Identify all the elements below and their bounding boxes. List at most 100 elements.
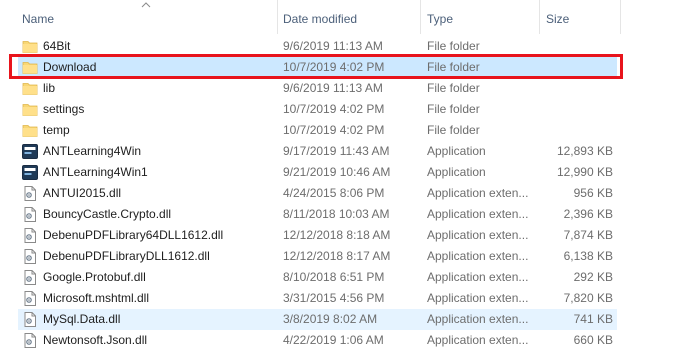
application-icon xyxy=(22,165,38,180)
file-type: Application exten... xyxy=(427,207,529,221)
file-size: 660 KB xyxy=(573,333,613,347)
file-size: 7,874 KB xyxy=(563,228,613,242)
file-date-modified: 9/17/2019 11:43 AM xyxy=(283,144,390,158)
column-separator[interactable] xyxy=(277,0,278,34)
file-size xyxy=(538,57,613,78)
file-size: 2,396 KB xyxy=(563,207,613,221)
file-row[interactable]: MySql.Data.dll 3/8/2019 8:02 AM Applicatio… xyxy=(18,309,617,330)
file-date-modified: 3/8/2019 8:02 AM xyxy=(283,312,378,326)
file-size xyxy=(538,120,613,141)
file-row[interactable]: lib 9/6/2019 11:13 AM File folder xyxy=(18,78,617,99)
file-row[interactable]: DebenuPDFLibraryDLL1612.dll 12/12/2018 8:… xyxy=(18,246,617,267)
column-header-type[interactable]: Type xyxy=(427,11,453,27)
column-header-date-modified[interactable]: Date modified xyxy=(283,11,357,27)
file-row[interactable]: 64Bit 9/6/2019 11:13 AM File folder xyxy=(18,36,617,57)
dll-file-icon xyxy=(22,249,38,264)
file-type: File folder xyxy=(427,39,480,53)
file-row[interactable]: Download 10/7/2019 4:02 PM File folder xyxy=(18,57,617,78)
file-name: Download xyxy=(43,60,97,74)
file-name: ANTLearning4Win1 xyxy=(43,165,148,179)
file-type: File folder xyxy=(427,102,480,116)
file-date-modified: 3/31/2015 4:56 PM xyxy=(283,291,385,305)
file-type: Application exten... xyxy=(427,270,529,284)
file-name: Microsoft.mshtml.dll xyxy=(43,291,150,305)
folder-icon xyxy=(22,60,38,75)
file-size xyxy=(538,36,613,57)
file-date-modified: 10/7/2019 4:02 PM xyxy=(283,123,385,137)
file-row[interactable]: Google.Protobuf.dll 8/10/2018 6:51 PM Appl… xyxy=(18,267,617,288)
dll-file-icon xyxy=(22,228,38,243)
file-size: 292 KB xyxy=(573,270,613,284)
file-name: MySql.Data.dll xyxy=(43,312,121,326)
file-row[interactable]: DebenuPDFLibrary64DLL1612.dll 12/12/2018 … xyxy=(18,225,617,246)
file-row[interactable]: temp 10/7/2019 4:02 PM File folder xyxy=(18,120,617,141)
column-header-name[interactable]: Name xyxy=(22,11,54,27)
file-size: 12,990 KB xyxy=(556,165,613,179)
file-row[interactable]: BouncyCastle.Crypto.dll 8/11/2018 10:03 A… xyxy=(18,204,617,225)
file-type: Application exten... xyxy=(427,333,529,347)
file-row[interactable]: settings 10/7/2019 4:02 PM File folder xyxy=(18,99,617,120)
file-type: Application exten... xyxy=(427,312,529,326)
file-row[interactable]: ANTUI2015.dll 4/24/2015 8:06 PM Applicatio… xyxy=(18,183,617,204)
file-type: File folder xyxy=(427,60,480,74)
dll-file-icon xyxy=(22,333,38,348)
file-type: Application exten... xyxy=(427,186,529,200)
file-type: File folder xyxy=(427,123,480,137)
file-type: File folder xyxy=(427,81,480,95)
folder-icon xyxy=(22,39,38,54)
column-separator[interactable] xyxy=(620,0,621,34)
file-date-modified: 12/12/2018 8:18 AM xyxy=(283,228,391,242)
dll-file-icon xyxy=(22,270,38,285)
application-icon xyxy=(22,144,38,159)
file-date-modified: 8/10/2018 6:51 PM xyxy=(283,270,385,284)
file-name: DebenuPDFLibraryDLL1612.dll xyxy=(43,249,210,263)
file-name: lib xyxy=(43,81,56,95)
folder-icon xyxy=(22,102,38,117)
file-date-modified: 12/12/2018 8:17 AM xyxy=(283,249,391,263)
file-size xyxy=(538,99,613,120)
folder-icon xyxy=(22,123,38,138)
file-date-modified: 9/6/2019 11:13 AM xyxy=(283,39,383,53)
file-date-modified: 10/7/2019 4:02 PM xyxy=(283,102,385,116)
column-separator[interactable] xyxy=(539,0,540,34)
file-row[interactable]: Newtonsoft.Json.dll 4/22/2019 1:06 AM Appl… xyxy=(18,330,617,351)
file-row[interactable]: ANTLearning4Win1 9/21/2019 10:46 AM Applic… xyxy=(18,162,617,183)
file-row[interactable]: ANTLearning4Win 9/17/2019 11:43 AM Applica… xyxy=(18,141,617,162)
column-separator[interactable] xyxy=(420,0,421,34)
file-name: settings xyxy=(43,102,85,116)
dll-file-icon xyxy=(22,291,38,306)
sort-ascending-icon xyxy=(141,2,151,8)
file-size: 7,820 KB xyxy=(563,291,613,305)
file-type: Application exten... xyxy=(427,228,529,242)
file-date-modified: 9/6/2019 11:13 AM xyxy=(283,81,383,95)
file-name: ANTLearning4Win xyxy=(43,144,142,158)
folder-icon xyxy=(22,81,38,96)
file-date-modified: 9/21/2019 10:46 AM xyxy=(283,165,391,179)
file-row[interactable]: Microsoft.mshtml.dll 3/31/2015 4:56 PM App… xyxy=(18,288,617,309)
column-header-size[interactable]: Size xyxy=(546,11,569,27)
dll-file-icon xyxy=(22,186,38,201)
file-size xyxy=(538,78,613,99)
file-type: Application xyxy=(427,165,486,179)
file-type: Application xyxy=(427,144,486,158)
file-size: 956 KB xyxy=(573,186,613,200)
file-size: 6,138 KB xyxy=(563,249,613,263)
file-size: 12,893 KB xyxy=(556,144,613,158)
column-header-bar: Name Date modified Type Size xyxy=(0,0,694,34)
file-name: Newtonsoft.Json.dll xyxy=(43,333,148,347)
file-name: BouncyCastle.Crypto.dll xyxy=(43,207,172,221)
file-date-modified: 4/24/2015 8:06 PM xyxy=(283,186,385,200)
file-type: Application exten... xyxy=(427,249,529,263)
file-name: DebenuPDFLibrary64DLL1612.dll xyxy=(43,228,224,242)
file-date-modified: 8/11/2018 10:03 AM xyxy=(283,207,390,221)
file-date-modified: 10/7/2019 4:02 PM xyxy=(283,60,385,74)
file-name: temp xyxy=(43,123,70,137)
dll-file-icon xyxy=(22,207,38,222)
file-size: 741 KB xyxy=(573,312,613,326)
file-name: ANTUI2015.dll xyxy=(43,186,122,200)
file-date-modified: 4/22/2019 1:06 AM xyxy=(283,333,384,347)
file-name: Google.Protobuf.dll xyxy=(43,270,146,284)
file-name: 64Bit xyxy=(43,39,71,53)
file-type: Application exten... xyxy=(427,291,529,305)
dll-file-icon xyxy=(22,312,38,327)
